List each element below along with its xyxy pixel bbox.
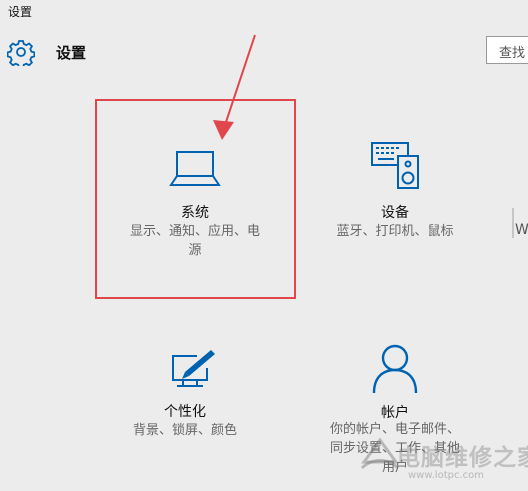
annotation-arrow-icon: [213, 34, 256, 140]
personalization-icon: [172, 350, 215, 387]
watermark-text: 电脑维修之家: [397, 445, 528, 471]
search-input[interactable]: 查找: [486, 36, 528, 64]
watermark-logo-icon: [360, 437, 400, 470]
highlight-box: [95, 99, 296, 299]
gear-icon[interactable]: [7, 38, 35, 66]
page-title: 设置: [56, 44, 87, 62]
tile-devices[interactable]: 设备 蓝牙、打印机、鼠标: [310, 140, 480, 280]
partial-tile-icon: [512, 208, 514, 238]
window-title: 设置: [8, 5, 33, 19]
tile-title: 帐户: [381, 405, 409, 421]
tile-description: 蓝牙、打印机、鼠标: [336, 224, 454, 239]
watermark: 电脑维修之家 www.lotpc.com: [352, 432, 528, 488]
person-icon: [372, 344, 418, 394]
tile-personalization[interactable]: 个性化 背景、锁屏、颜色: [110, 345, 260, 455]
tile-title: 个性化: [164, 404, 206, 420]
partial-tile-label: W: [515, 222, 528, 238]
tile-description: 背景、锁屏、颜色: [132, 423, 237, 438]
tile-title: 设备: [381, 205, 409, 221]
devices-icon: [371, 142, 419, 189]
watermark-url: www.lotpc.com: [408, 470, 484, 481]
